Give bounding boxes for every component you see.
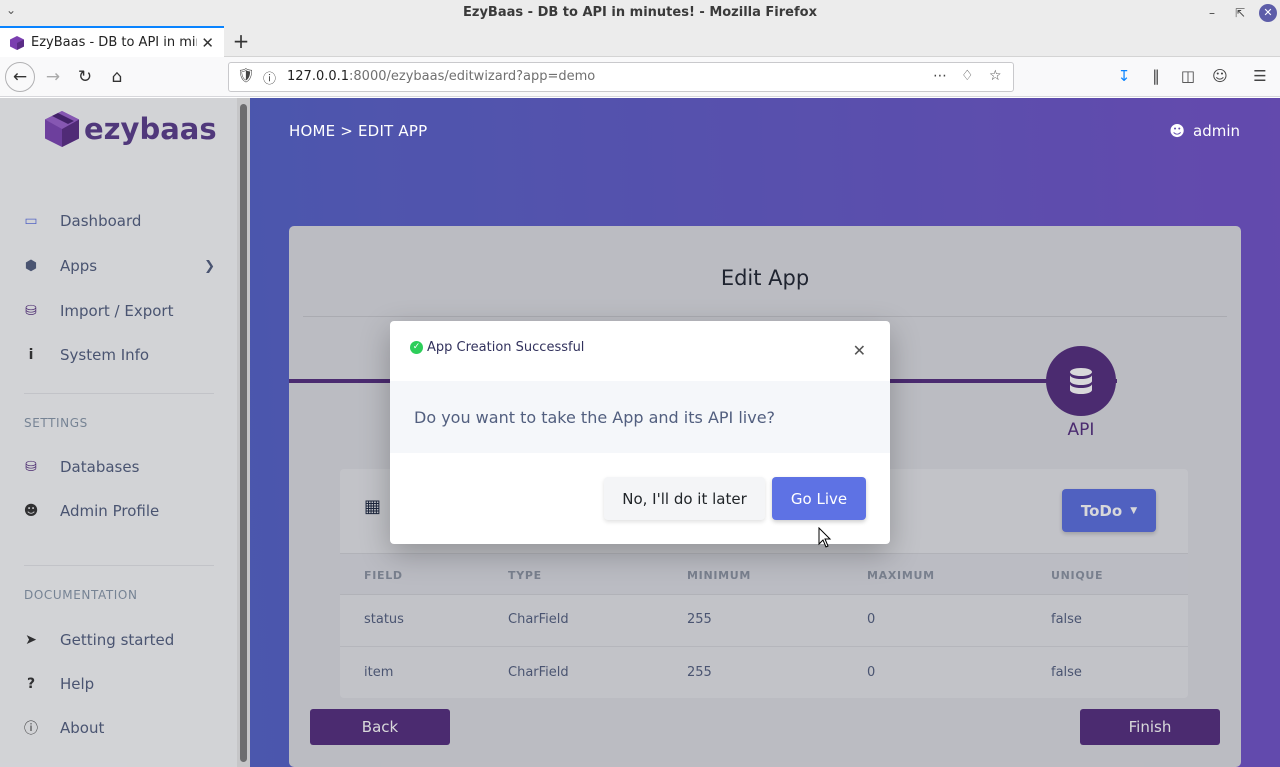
modal-question: Do you want to take the App and its API … bbox=[414, 408, 776, 427]
sidebar-toggle-icon[interactable]: ◫ bbox=[1178, 67, 1198, 87]
tab-title: EzyBaas - DB to API in minutes! bbox=[31, 35, 197, 50]
go-live-button[interactable]: Go Live bbox=[772, 477, 866, 520]
app-creation-modal: ✓ App Creation Successful ✕ Do you want … bbox=[390, 321, 890, 544]
account-icon[interactable]: ☺ bbox=[1210, 67, 1230, 87]
url-bar[interactable]: 🛡 ⓘ 127.0.0.1:8000/ezybaas/editwizard?ap… bbox=[228, 62, 1014, 92]
home-icon[interactable]: ⌂ bbox=[104, 64, 130, 90]
check-circle-icon: ✓ bbox=[410, 341, 423, 354]
tab-strip: EzyBaas - DB to API in minutes! ✕ + bbox=[0, 26, 1280, 57]
minimize-icon[interactable]: – bbox=[1203, 4, 1221, 22]
breadcrumb[interactable]: HOME > EDIT APP bbox=[289, 122, 427, 140]
close-window-icon[interactable]: ✕ bbox=[1259, 4, 1277, 22]
downloads-icon[interactable]: ↧ bbox=[1114, 67, 1134, 87]
pocket-icon[interactable]: ♢ bbox=[961, 68, 974, 84]
url-text[interactable]: 127.0.0.1:8000/ezybaas/editwizard?app=de… bbox=[287, 69, 595, 84]
bookmark-star-icon[interactable]: ☆ bbox=[989, 68, 1002, 84]
forward-icon[interactable]: → bbox=[40, 64, 66, 90]
window-title: EzyBaas - DB to API in minutes! - Mozill… bbox=[463, 5, 817, 20]
tab-close-icon[interactable]: ✕ bbox=[201, 34, 214, 52]
modal-close-icon[interactable]: ✕ bbox=[853, 341, 866, 360]
reload-icon[interactable]: ↻ bbox=[72, 64, 98, 90]
user-icon: ☻ bbox=[1169, 122, 1185, 140]
library-icon[interactable]: ‖ bbox=[1146, 67, 1166, 87]
window-titlebar: ⌄ EzyBaas - DB to API in minutes! - Mozi… bbox=[0, 0, 1280, 26]
new-tab-icon[interactable]: + bbox=[230, 29, 252, 53]
url-host: 127.0.0.1 bbox=[287, 69, 350, 84]
user-menu[interactable]: ☻ admin bbox=[1169, 122, 1240, 140]
browser-tab[interactable]: EzyBaas - DB to API in minutes! ✕ bbox=[0, 26, 224, 57]
url-path: :8000/ezybaas/editwizard?app=demo bbox=[349, 69, 596, 84]
modal-header: ✓ App Creation Successful ✕ bbox=[390, 321, 890, 381]
navigation-toolbar: ← → ↻ ⌂ 🛡 ⓘ 127.0.0.1:8000/ezybaas/editw… bbox=[0, 57, 1280, 97]
mouse-cursor-icon bbox=[818, 527, 832, 548]
ezybaas-favicon-icon bbox=[10, 35, 24, 50]
hamburger-menu-icon[interactable]: ☰ bbox=[1250, 67, 1270, 87]
site-info-icon[interactable]: ⓘ bbox=[263, 68, 276, 87]
modal-body: Do you want to take the App and its API … bbox=[390, 381, 890, 453]
modal-title: App Creation Successful bbox=[427, 340, 585, 355]
back-icon[interactable]: ← bbox=[5, 62, 35, 92]
do-it-later-button[interactable]: No, I'll do it later bbox=[604, 477, 765, 520]
page-actions-icon[interactable]: ⋯ bbox=[933, 68, 947, 84]
shield-icon[interactable]: 🛡 bbox=[237, 68, 255, 84]
restore-icon[interactable]: ⇱ bbox=[1231, 4, 1249, 22]
username: admin bbox=[1193, 122, 1240, 140]
